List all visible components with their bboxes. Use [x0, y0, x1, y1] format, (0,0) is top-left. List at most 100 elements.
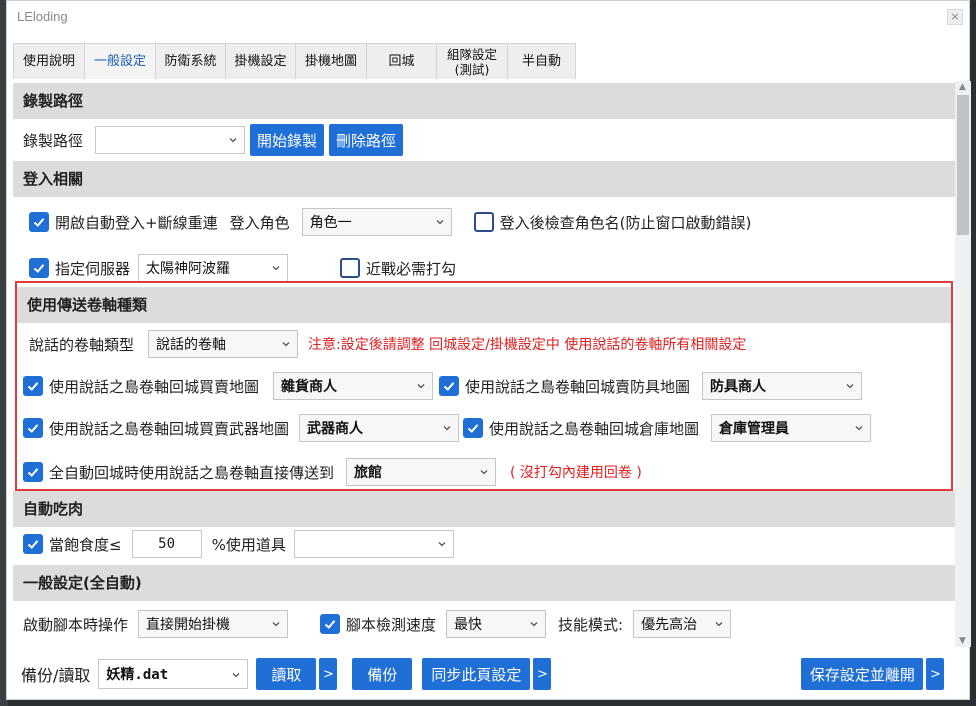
sell-weapon-label: 使用說話之島卷軸回城買賣武器地圖: [49, 419, 290, 438]
auto-teleport-note: ( 沒打勾內建用回卷 ): [510, 465, 642, 481]
speed-checkbox[interactable]: [320, 614, 341, 634]
start-action-select[interactable]: 直接開始掛機: [138, 610, 289, 638]
melee-label: 近戰必需打勾: [366, 259, 457, 278]
chevron-down-icon: [232, 673, 240, 678]
chevron-down-icon: [846, 384, 854, 389]
item-select[interactable]: [293, 530, 454, 558]
scroll-up-icon[interactable]: ▲: [959, 83, 967, 92]
full-label: 當飽食度≤: [49, 535, 122, 554]
settings-window: LEloding × 使用說明 一般設定 防衛系統 掛機設定 掛機地圖 回城 組…: [6, 0, 971, 700]
check-icon: [33, 264, 45, 273]
tab-semi-auto[interactable]: 半自動: [507, 43, 576, 79]
sell-misc-label: 使用說話之島卷軸回城買賣地圖: [49, 377, 260, 396]
eat-section-header: 自動吃肉: [13, 491, 955, 527]
use-item-label: %使用道具: [211, 535, 286, 554]
full-value-input[interactable]: 50: [131, 530, 202, 558]
chevron-down-icon: [855, 426, 863, 431]
role-value: 角色一: [309, 215, 352, 231]
chevron-down-icon: [436, 220, 444, 225]
warehouse-select[interactable]: 倉庫管理員: [711, 414, 872, 442]
check-icon: [27, 424, 39, 433]
auto-teleport-value: 旅館: [354, 465, 383, 481]
backup-button[interactable]: 備份: [352, 658, 413, 690]
sync-page-button[interactable]: 同步此頁設定: [422, 658, 531, 690]
sell-weapon-checkbox[interactable]: [23, 418, 43, 438]
check-name-label: 登入後檢查角色名(防止窗口啟動錯誤): [499, 213, 752, 232]
role-select[interactable]: 角色一: [301, 208, 452, 236]
check-icon: [27, 468, 39, 477]
tab-defense[interactable]: 防衛系統: [155, 43, 226, 79]
backup-file-select[interactable]: 妖精.dat: [98, 659, 249, 689]
settings-panel: 錄製路徑 錄製路徑 開始錄製 刪除路徑 登入相關 開啟自動登入+斷線重連 登入角…: [13, 81, 955, 647]
scroll-type-value: 說話的卷軸: [156, 337, 227, 353]
server-checkbox[interactable]: [29, 258, 49, 278]
speed-select[interactable]: 最快: [446, 610, 547, 638]
skill-value: 優先高治: [641, 617, 698, 633]
warehouse-checkbox[interactable]: [463, 418, 484, 438]
chevron-down-icon: [480, 470, 488, 475]
sell-misc-row: 使用說話之島卷軸回城買賣地圖 雜貨商人 使用說話之島卷軸回城賣防具地圖 防具商人: [23, 369, 863, 403]
read-more-button[interactable]: >: [319, 658, 338, 690]
chevron-down-icon: [715, 622, 723, 627]
tab-return[interactable]: 回城: [366, 43, 437, 79]
save-more-button[interactable]: >: [926, 658, 945, 690]
sell-armor-value: 防具商人: [710, 379, 767, 395]
sell-armor-select[interactable]: 防具商人: [702, 372, 863, 400]
scroll-type-row: 說話的卷軸類型 說話的卷軸 注意:設定後請調整 回城設定/掛機設定中 使用說話的…: [29, 327, 746, 361]
check-icon: [27, 382, 39, 391]
sell-misc-checkbox[interactable]: [23, 376, 43, 396]
sell-misc-select[interactable]: 雜貨商人: [273, 372, 434, 400]
sell-weapon-row: 使用說話之島卷軸回城買賣武器地圖 武器商人 使用說話之島卷軸回城倉庫地圖 倉庫管…: [23, 411, 872, 445]
skill-select[interactable]: 優先高治: [633, 610, 732, 638]
auto-teleport-select[interactable]: 旅館: [346, 458, 497, 486]
server-select[interactable]: 太陽神阿波羅: [138, 254, 289, 282]
chevron-down-icon: [438, 542, 446, 547]
auto-teleport-label: 全自動回城時使用說話之島卷軸直接傳送到: [49, 463, 335, 482]
tab-usage[interactable]: 使用說明: [13, 43, 85, 79]
read-button[interactable]: 讀取: [256, 658, 317, 690]
tab-idle-map[interactable]: 掛機地圖: [295, 43, 367, 79]
vertical-scrollbar[interactable]: ▲ ▼: [955, 81, 971, 647]
chevron-down-icon: [229, 138, 237, 143]
sell-weapon-select[interactable]: 武器商人: [299, 414, 460, 442]
general-row: 啟動腳本時操作 直接開始掛機 腳本檢測速度 最快 技能模式: 優先高治: [23, 607, 732, 641]
footer-row: 備份/讀取 妖精.dat 讀取 > 備份 同步此頁設定 > 保存設定並離開 >: [21, 657, 945, 691]
delete-path-button[interactable]: 刪除路徑: [329, 124, 404, 156]
auto-login-checkbox[interactable]: [29, 212, 49, 232]
record-path-select[interactable]: [95, 126, 246, 154]
scroll-type-select[interactable]: 說話的卷軸: [148, 330, 299, 358]
tab-party[interactable]: 組隊設定 (測試): [436, 43, 508, 79]
check-icon: [27, 540, 39, 549]
check-icon: [443, 382, 455, 391]
check-name-checkbox[interactable]: [473, 212, 494, 232]
full-checkbox[interactable]: [23, 534, 43, 554]
start-record-button[interactable]: 開始錄製: [250, 124, 325, 156]
chevron-down-icon: [417, 384, 425, 389]
sell-armor-label: 使用說話之島卷軸回城賣防具地圖: [465, 377, 691, 396]
login-section-header: 登入相關: [13, 161, 955, 197]
backup-file-value: 妖精.dat: [106, 667, 169, 683]
chevron-down-icon: [272, 622, 280, 627]
chevron-down-icon: [272, 266, 280, 271]
scroll-down-icon[interactable]: ▼: [959, 637, 967, 646]
close-icon[interactable]: ×: [947, 9, 963, 25]
save-exit-button[interactable]: 保存設定並離開: [801, 658, 924, 690]
melee-checkbox[interactable]: [340, 258, 361, 278]
sell-misc-value: 雜貨商人: [281, 379, 338, 395]
tab-bar: 使用說明 一般設定 防衛系統 掛機設定 掛機地圖 回城 組隊設定 (測試) 半自…: [13, 43, 576, 79]
server-label: 指定伺服器: [55, 259, 131, 278]
check-icon: [467, 424, 479, 433]
sync-more-button[interactable]: >: [533, 658, 552, 690]
auto-teleport-row: 全自動回城時使用說話之島卷軸直接傳送到 旅館 ( 沒打勾內建用回卷 ): [23, 455, 642, 489]
auto-teleport-checkbox[interactable]: [23, 462, 43, 482]
scroll-notice: 注意:設定後請調整 回城設定/掛機設定中 使用說話的卷軸所有相關設定: [308, 337, 747, 353]
tab-idle[interactable]: 掛機設定: [225, 43, 296, 79]
scrollbar-thumb[interactable]: [957, 95, 969, 235]
scroll-type-label: 說話的卷軸類型: [29, 335, 135, 354]
auto-login-row: 開啟自動登入+斷線重連 登入角色 角色一 登入後檢查角色名(防止窗口啟動錯誤): [29, 205, 751, 239]
sell-armor-checkbox[interactable]: [439, 376, 460, 396]
start-action-label: 啟動腳本時操作: [23, 615, 129, 634]
tab-general[interactable]: 一般設定: [84, 43, 156, 79]
role-label: 登入角色: [229, 213, 290, 232]
chevron-down-icon: [530, 622, 538, 627]
